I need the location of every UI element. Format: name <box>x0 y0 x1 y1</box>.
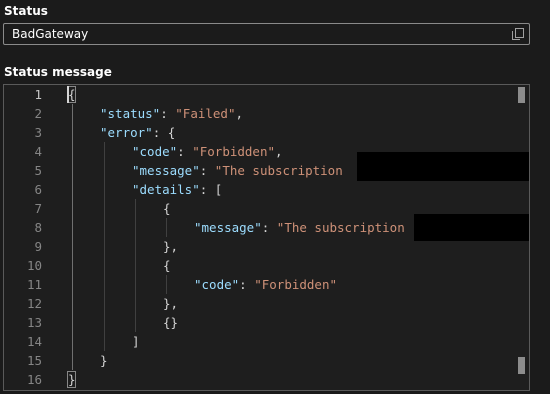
code-text: "message": "The subscription <box>194 218 405 237</box>
json-punctuation: { <box>163 201 171 216</box>
json-punctuation: }, <box>163 239 179 254</box>
status-message-label: Status message <box>4 65 112 79</box>
json-key: "message" <box>194 220 262 235</box>
code-line: 16} <box>4 370 529 389</box>
json-punctuation: : [ <box>199 182 223 197</box>
line-number: 13 <box>26 315 42 330</box>
line-number: 9 <box>34 239 42 254</box>
json-key: "error" <box>100 125 153 140</box>
code-text: ] <box>132 332 140 351</box>
line-number: 10 <box>26 258 42 273</box>
json-key: "code" <box>132 144 178 159</box>
json-punctuation: , <box>235 106 244 121</box>
code-line: 1{ <box>4 85 529 104</box>
line-number: 6 <box>34 182 42 197</box>
json-string: "Forbidden" <box>192 144 276 159</box>
json-punctuation: {} <box>163 315 179 330</box>
line-number: 7 <box>34 201 42 216</box>
json-punctuation: }, <box>163 296 179 311</box>
code-line: 10 { <box>4 256 529 275</box>
json-punctuation: : { <box>152 125 176 140</box>
text-cursor <box>67 86 69 103</box>
json-punctuation: : <box>261 220 277 235</box>
line-number: 15 <box>26 353 42 368</box>
line-number: 14 <box>26 334 42 349</box>
line-number: 4 <box>34 144 42 159</box>
json-punctuation: : <box>160 106 176 121</box>
code-line: 14] <box>4 332 529 351</box>
json-key: "status" <box>100 106 161 121</box>
json-punctuation: ] <box>132 334 140 349</box>
copy-icon[interactable] <box>512 28 524 40</box>
json-string: "Forbidden" <box>254 277 338 292</box>
bracket-match-close <box>67 371 76 388</box>
line-number: 16 <box>26 372 42 387</box>
line-number: 8 <box>34 220 42 235</box>
code-line: 12}, <box>4 294 529 313</box>
json-string: "Failed" <box>175 106 236 121</box>
redacted-block <box>357 152 529 181</box>
scrollbar-thumb-bottom[interactable] <box>518 357 525 374</box>
code-text: {} <box>163 313 178 332</box>
code-line: 15} <box>4 351 529 370</box>
status-message-editor[interactable]: 1{2 "status": "Failed", 3 "error": {4 "code"… <box>3 84 530 391</box>
code-line: 3 "error": { <box>4 123 529 142</box>
code-line: 2 "status": "Failed", <box>4 104 529 123</box>
json-key: "message" <box>132 163 200 178</box>
redacted-block <box>414 214 529 241</box>
code-text: } <box>100 351 108 370</box>
scrollbar-thumb-top[interactable] <box>518 87 525 103</box>
line-number: 5 <box>34 163 42 178</box>
json-punctuation: : <box>239 277 255 292</box>
line-number: 11 <box>26 277 42 292</box>
code-text: { <box>163 256 171 275</box>
code-text: { <box>163 199 171 218</box>
code-text: }, <box>163 294 178 313</box>
status-value: BadGateway <box>12 27 89 41</box>
line-number: 12 <box>26 296 42 311</box>
status-label: Status <box>4 4 48 18</box>
json-string: "The subscription <box>214 163 343 178</box>
code-line: 6 "details": [ <box>4 180 529 199</box>
line-number: 1 <box>34 87 42 102</box>
json-string: "The subscription <box>276 220 405 235</box>
code-text: "error": { <box>100 123 175 142</box>
code-text: "code": "Forbidden", <box>132 142 283 161</box>
line-number: 2 <box>34 106 42 121</box>
line-number: 3 <box>34 125 42 140</box>
code-text: }, <box>163 237 178 256</box>
code-text: "code": "Forbidden" <box>194 275 337 294</box>
code-text: "status": "Failed", <box>100 104 243 123</box>
code-text: "message": "The subscription <box>132 161 343 180</box>
code-line: 13 {} <box>4 313 529 332</box>
json-punctuation: : <box>177 144 193 159</box>
json-punctuation: : <box>199 163 215 178</box>
status-field[interactable]: BadGateway <box>3 23 530 45</box>
json-key: "code" <box>194 277 240 292</box>
json-punctuation: { <box>163 258 171 273</box>
json-punctuation: , <box>275 144 283 159</box>
json-key: "details" <box>132 182 200 197</box>
json-punctuation: } <box>100 353 108 368</box>
code-line: 11 "code": "Forbidden" <box>4 275 529 294</box>
code-text: "details": [ <box>132 180 222 199</box>
